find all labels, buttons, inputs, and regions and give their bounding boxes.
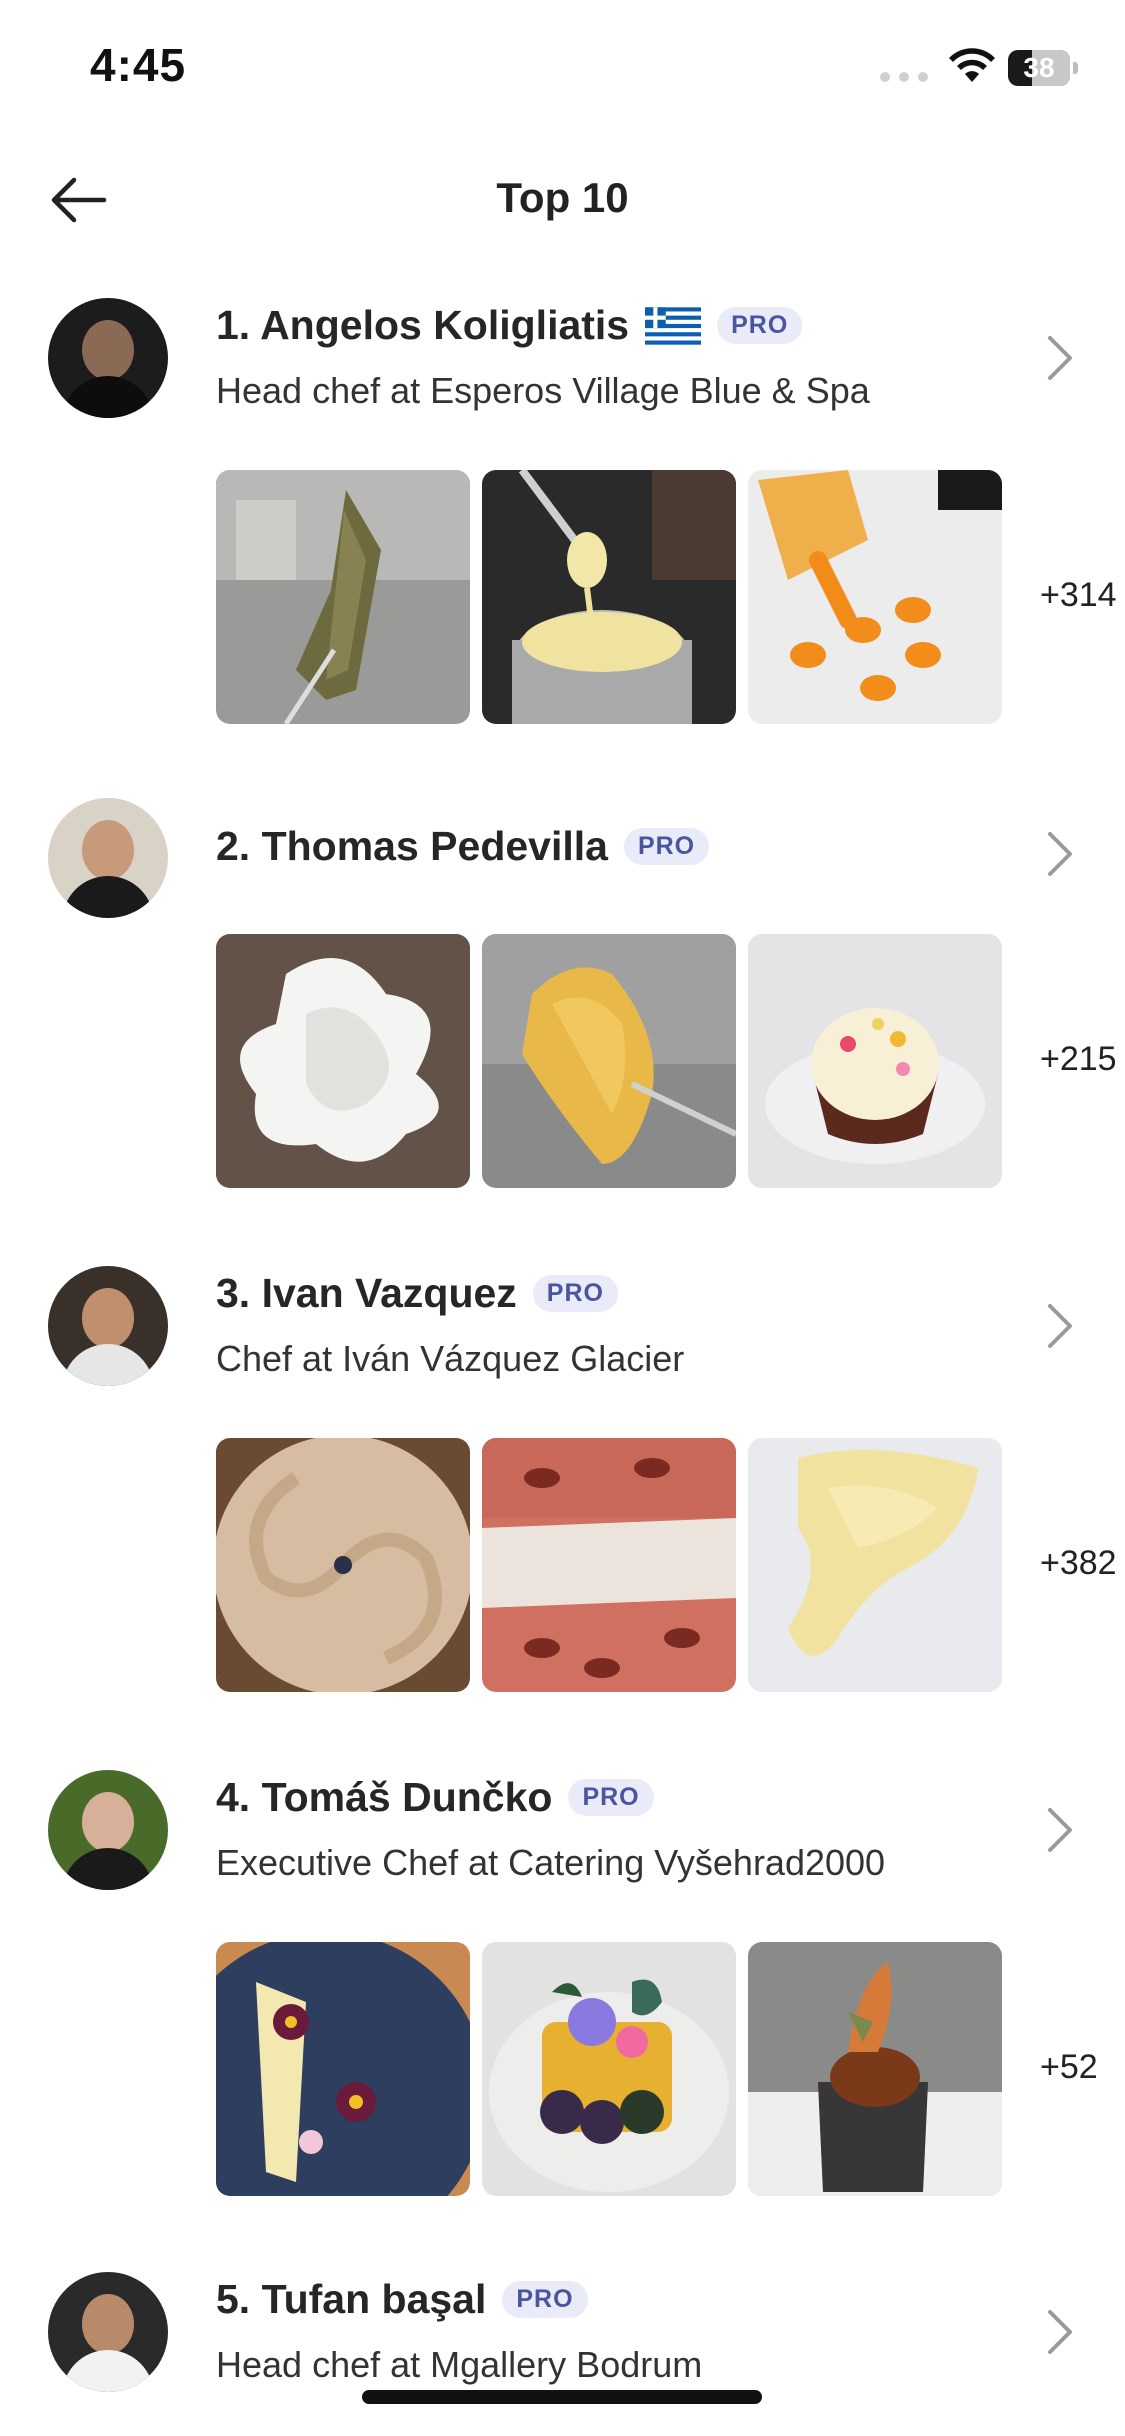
pro-badge: PRO xyxy=(623,828,710,865)
chevron-right-icon[interactable] xyxy=(1040,1804,1080,1856)
more-photos-count[interactable]: +52 xyxy=(1040,2048,1098,2087)
chef-subtitle: Executive Chef at Catering Vyšehrad2000 xyxy=(216,1842,886,1883)
more-photos-count[interactable]: +382 xyxy=(1040,1544,1117,1583)
dish-photo[interactable] xyxy=(748,1438,1002,1692)
battery-percent: 38 xyxy=(1023,52,1055,83)
chef-subtitle: Head chef at Mgallery Bodrum xyxy=(216,2344,703,2385)
chef-header: 4. Tomáš Dunčko PRO xyxy=(216,1774,654,1821)
dish-photo[interactable] xyxy=(748,934,1002,1188)
dish-photo[interactable] xyxy=(482,1438,736,1692)
nav-header: Top 10 xyxy=(0,160,1125,240)
more-photos-count[interactable]: +314 xyxy=(1040,576,1117,615)
photo-strip xyxy=(216,934,1002,1188)
photo-strip xyxy=(216,470,1002,724)
avatar[interactable] xyxy=(48,1770,168,1890)
dish-photo[interactable] xyxy=(748,1942,1002,2196)
chef-header: 2. Thomas Pedevilla PRO xyxy=(216,823,710,870)
avatar[interactable] xyxy=(48,798,168,918)
chef-name[interactable]: 5. Tufan başal xyxy=(216,2276,486,2323)
photo-strip xyxy=(216,1942,1002,2196)
pro-badge: PRO xyxy=(502,2281,588,2318)
chef-subtitle: Chef at Iván Vázquez Glacier xyxy=(216,1338,685,1379)
dish-photo[interactable] xyxy=(216,1942,470,2196)
chevron-right-icon[interactable] xyxy=(1040,1300,1080,1352)
chevron-right-icon[interactable] xyxy=(1040,828,1080,880)
more-photos-count[interactable]: +215 xyxy=(1040,1040,1117,1079)
dish-photo[interactable] xyxy=(216,1438,470,1692)
chef-name[interactable]: 2. Thomas Pedevilla xyxy=(216,823,608,870)
chef-header: 3. Ivan Vazquez PRO xyxy=(216,1270,618,1317)
chef-subtitle: Head chef at Esperos Village Blue & Spa xyxy=(216,370,870,411)
chef-name[interactable]: 1. Angelos Koligliatis xyxy=(216,302,629,349)
wifi-icon xyxy=(949,48,995,82)
dish-photo[interactable] xyxy=(482,470,736,724)
greece-flag-icon xyxy=(645,306,702,345)
dish-photo[interactable] xyxy=(216,470,470,724)
status-bar: 4:45 38 xyxy=(0,0,1125,140)
pro-badge: PRO xyxy=(568,1779,654,1816)
chef-header: 5. Tufan başal PRO xyxy=(216,2276,588,2323)
home-indicator[interactable] xyxy=(362,2390,762,2404)
cellular-signal-icon xyxy=(880,72,928,82)
avatar[interactable] xyxy=(48,1266,168,1386)
chef-name[interactable]: 3. Ivan Vazquez xyxy=(216,1270,517,1317)
photo-strip xyxy=(216,1438,1002,1692)
avatar[interactable] xyxy=(48,298,168,418)
dish-photo[interactable] xyxy=(482,1942,736,2196)
avatar[interactable] xyxy=(48,2272,168,2392)
pro-badge: PRO xyxy=(532,1275,618,1312)
page-title: Top 10 xyxy=(496,174,629,221)
dish-photo[interactable] xyxy=(482,934,736,1188)
dish-photo[interactable] xyxy=(216,934,470,1188)
battery-icon: 38 xyxy=(1008,50,1078,86)
chef-name[interactable]: 4. Tomáš Dunčko xyxy=(216,1774,552,1821)
screen: 4:45 38 Top 10 1. Angelos Koligliatis PR… xyxy=(0,0,1125,2436)
pro-badge: PRO xyxy=(717,307,803,344)
chevron-right-icon[interactable] xyxy=(1040,332,1080,384)
chef-header: 1. Angelos Koligliatis PRO xyxy=(216,302,803,349)
chevron-right-icon[interactable] xyxy=(1040,2306,1080,2358)
status-time: 4:45 xyxy=(90,39,187,91)
dish-photo[interactable] xyxy=(748,470,1002,724)
